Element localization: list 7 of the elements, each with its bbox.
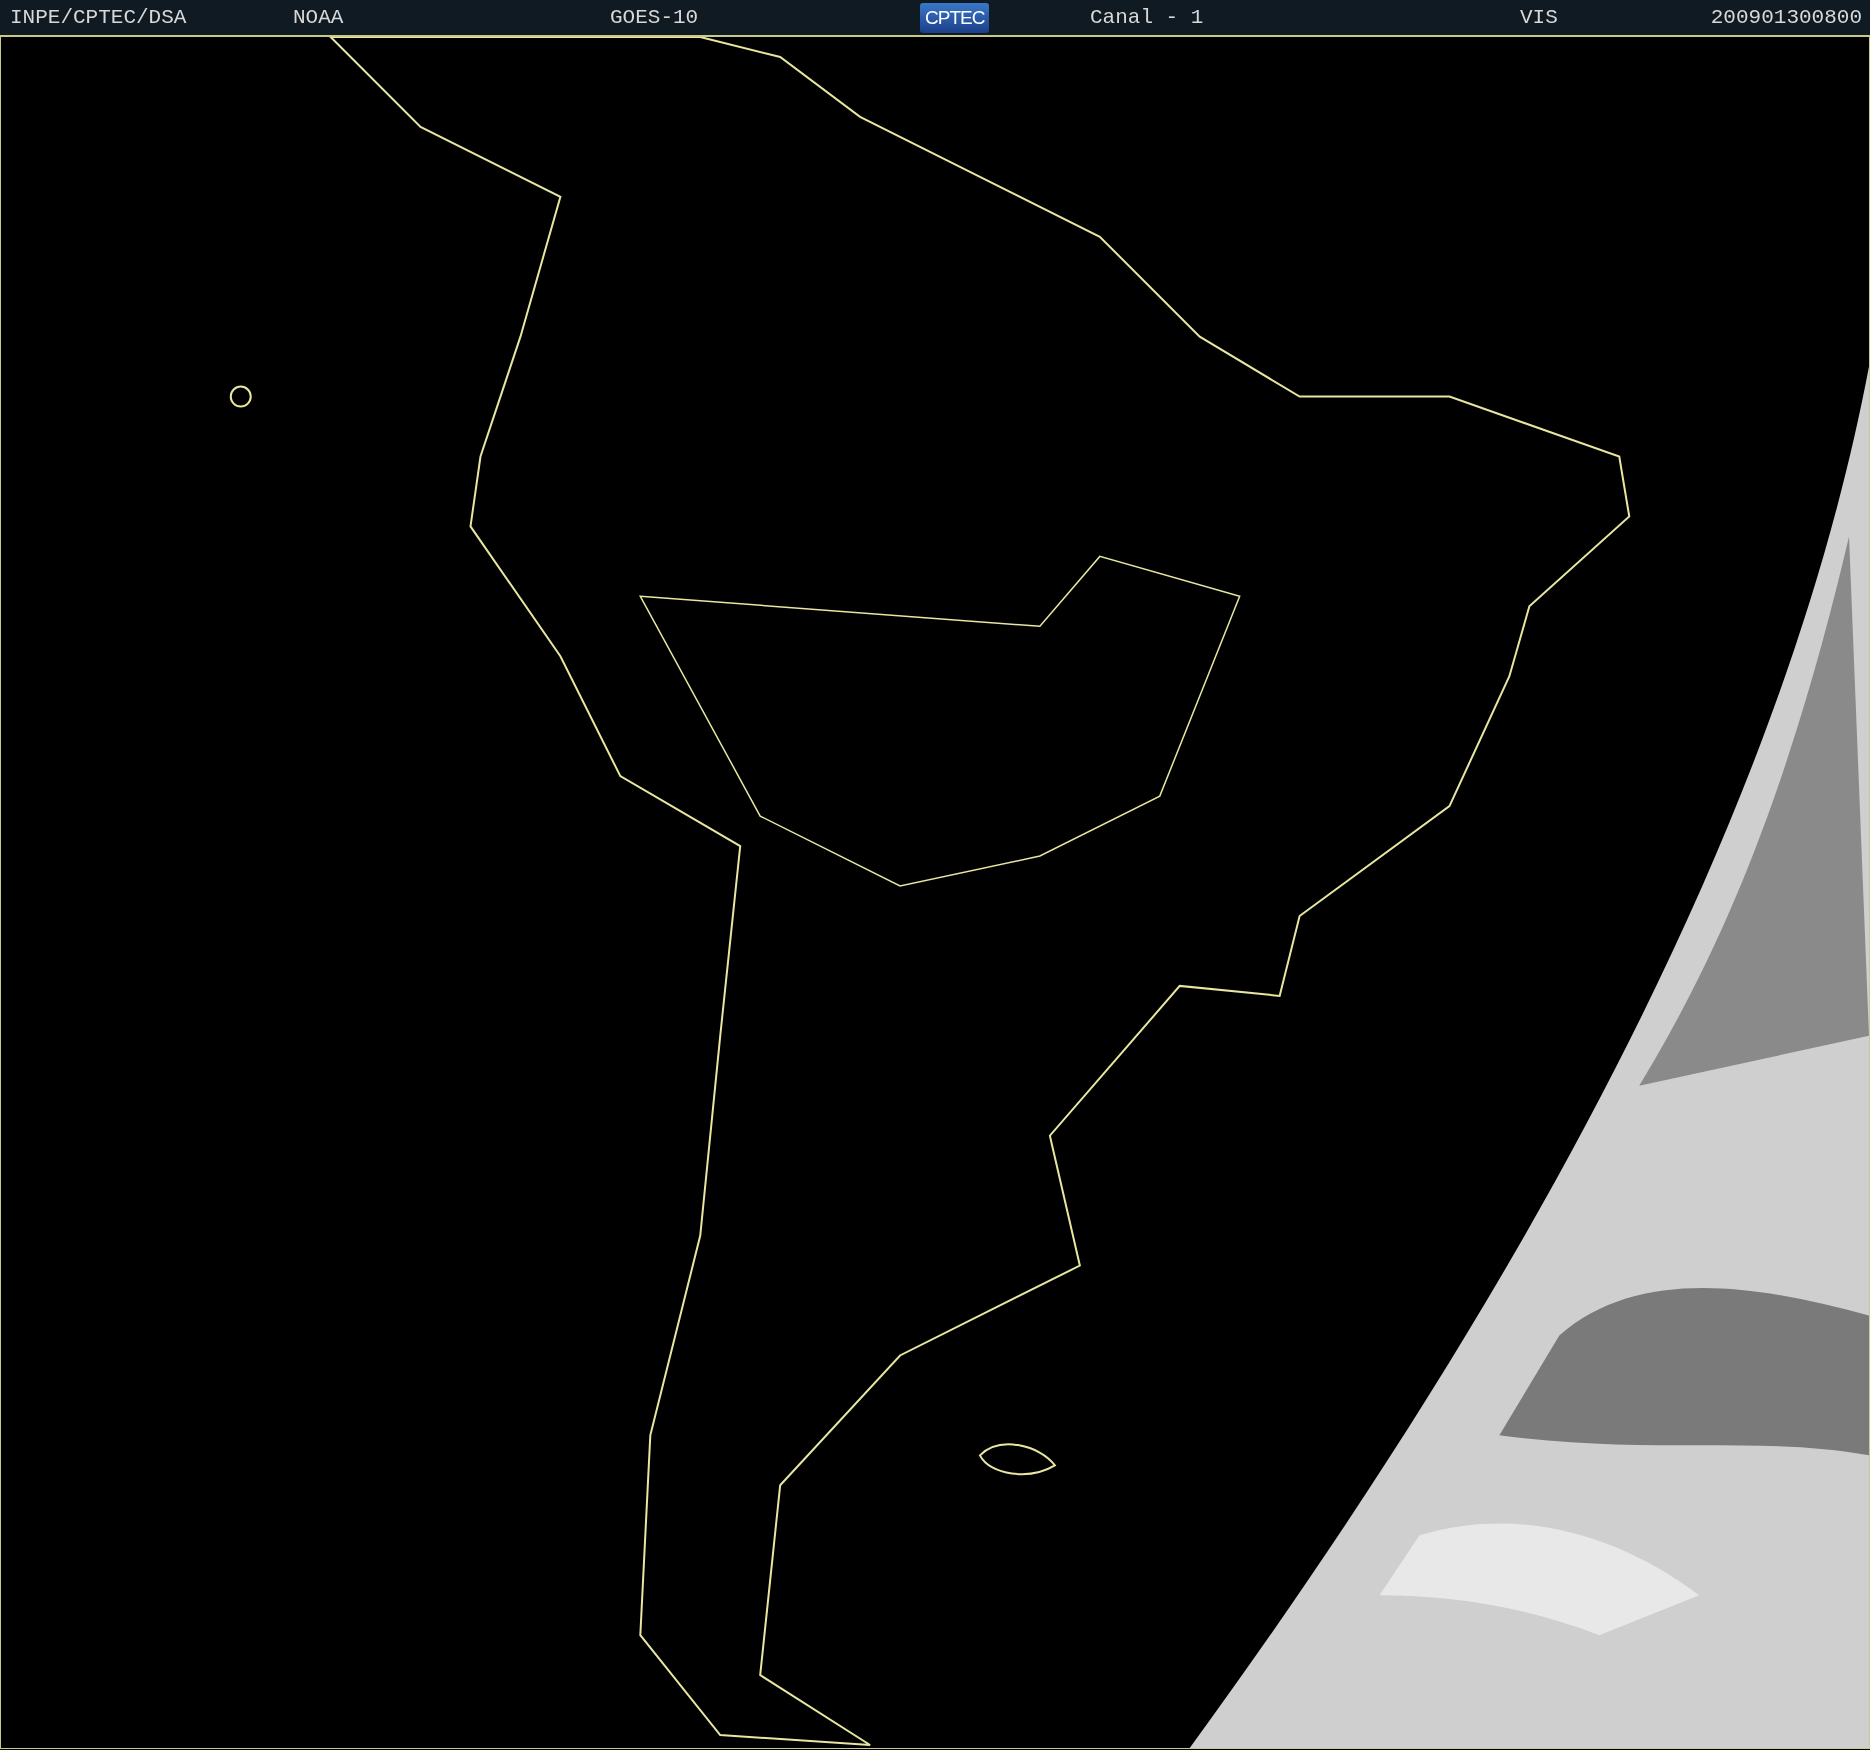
header-label: INPE/CPTEC/DSA	[10, 6, 187, 29]
header-label: NOAA	[293, 6, 344, 29]
header-label: VIS	[1520, 6, 1558, 29]
header-label: Canal - 1	[1090, 6, 1204, 29]
header-label: GOES-10	[610, 6, 699, 29]
logo: CPTEC	[920, 2, 990, 33]
header-label: 200901300800	[1710, 6, 1862, 29]
